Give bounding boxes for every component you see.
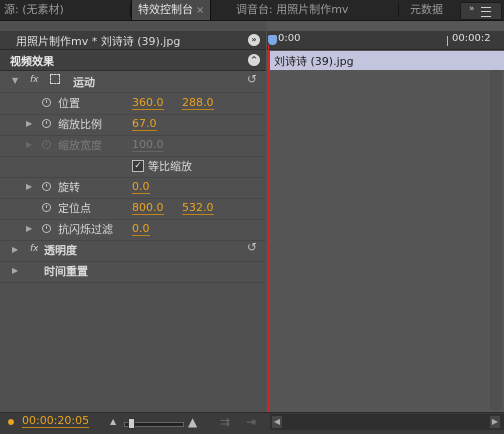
uniform-scale-label: 等比缩放 xyxy=(148,160,192,173)
clip-bar-label: 刘诗诗 (39).jpg xyxy=(274,55,354,68)
position-y-value[interactable]: 288.0 xyxy=(182,97,214,110)
stopwatch-icon xyxy=(42,140,51,149)
double-arrow-icon: » xyxy=(469,4,475,14)
ruler-end-time: 00:00:2 xyxy=(452,33,491,44)
rotation-label: 旋转 xyxy=(58,181,80,194)
scale-width-label: 缩放宽度 xyxy=(58,139,102,152)
video-effects-title: 视频效果 xyxy=(10,55,54,68)
zoom-slider-thumb[interactable] xyxy=(128,418,135,429)
collapsed-triangle-icon[interactable]: ▶ xyxy=(26,119,32,128)
time-remapping-label: 时间重置 xyxy=(44,265,88,278)
timecode-indicator-icon xyxy=(8,419,14,425)
scroll-left-icon[interactable]: ◀ xyxy=(272,416,282,428)
anti-flicker-value[interactable]: 0.0 xyxy=(132,223,150,236)
horizontal-scrollbar[interactable] xyxy=(270,414,504,430)
stopwatch-icon[interactable] xyxy=(42,119,51,128)
ruler-tick xyxy=(447,36,448,46)
tab-divider xyxy=(398,3,399,17)
ruler-start-time: 0:00 xyxy=(278,33,301,44)
collapse-up-icon[interactable]: ^ xyxy=(248,54,260,66)
show-hide-timeline-icon[interactable]: » xyxy=(248,34,260,46)
tab-audio-mixer[interactable]: 调音台: 用照片制作mv xyxy=(236,0,348,20)
zoom-in-icon[interactable]: ▲ xyxy=(188,415,197,429)
panel-menu-button[interactable]: » xyxy=(460,2,502,20)
scroll-right-icon[interactable]: ▶ xyxy=(490,416,500,428)
zoom-out-icon[interactable]: ▲ xyxy=(110,417,116,426)
stopwatch-icon[interactable] xyxy=(42,98,51,107)
playhead-handle[interactable] xyxy=(268,35,277,45)
anchor-x-value[interactable]: 800.0 xyxy=(132,202,164,215)
collapsed-triangle-icon[interactable]: ▶ xyxy=(12,266,18,275)
effect-row-time-remapping xyxy=(0,261,266,283)
anchor-y-value[interactable]: 532.0 xyxy=(182,202,214,215)
scale-value[interactable]: 67.0 xyxy=(132,118,157,131)
stopwatch-icon[interactable] xyxy=(42,224,51,233)
reset-icon[interactable]: ↺ xyxy=(247,240,257,254)
opacity-label: 透明度 xyxy=(44,244,77,257)
clip-title: 用照片制作mv * 刘诗诗 (39).jpg xyxy=(16,35,181,48)
fx-toggle-icon[interactable]: fx xyxy=(30,244,39,254)
scale-width-value: 100.0 xyxy=(132,138,164,152)
scale-label: 缩放比例 xyxy=(58,118,102,131)
anti-flicker-label: 抗闪烁过滤 xyxy=(58,223,113,236)
motion-label: 运动 xyxy=(73,76,95,89)
collapsed-triangle-icon[interactable]: ▶ xyxy=(12,245,18,254)
rotation-value[interactable]: 0.0 xyxy=(132,181,150,194)
expanded-triangle-icon[interactable]: ▼ xyxy=(12,76,18,85)
export-icon[interactable]: ⇥ xyxy=(246,415,256,429)
collapsed-triangle-icon: ▶ xyxy=(26,140,33,149)
stopwatch-icon[interactable] xyxy=(42,203,51,212)
ripple-icon[interactable]: ⇉ xyxy=(220,415,230,429)
fx-toggle-icon[interactable]: fx xyxy=(30,75,39,85)
reset-icon[interactable]: ↺ xyxy=(247,72,257,86)
effect-timeline-column xyxy=(267,21,504,412)
vertical-scrollbar[interactable] xyxy=(490,70,502,410)
playhead-line[interactable] xyxy=(268,45,269,415)
collapsed-triangle-icon[interactable]: ▶ xyxy=(26,224,32,233)
collapsed-triangle-icon[interactable]: ▶ xyxy=(26,182,32,191)
close-icon[interactable]: × xyxy=(196,5,204,16)
tab-source[interactable]: 源: (无素材) xyxy=(4,0,64,20)
uniform-scale-checkbox[interactable]: ✓ xyxy=(132,160,144,172)
transform-handles-icon[interactable] xyxy=(50,74,60,84)
tab-metadata[interactable]: 元数据 xyxy=(410,0,443,20)
panel-menu-icon xyxy=(481,7,491,17)
position-x-value[interactable]: 360.0 xyxy=(132,97,164,110)
stopwatch-icon[interactable] xyxy=(42,182,51,191)
anchor-point-label: 定位点 xyxy=(58,202,91,215)
effect-row-opacity xyxy=(0,240,266,262)
tab-effect-controls[interactable]: 特效控制台 × xyxy=(131,0,212,20)
position-label: 位置 xyxy=(58,97,80,110)
effect-row-motion xyxy=(0,71,266,93)
current-timecode[interactable]: 00:00:20:05 xyxy=(22,415,90,428)
